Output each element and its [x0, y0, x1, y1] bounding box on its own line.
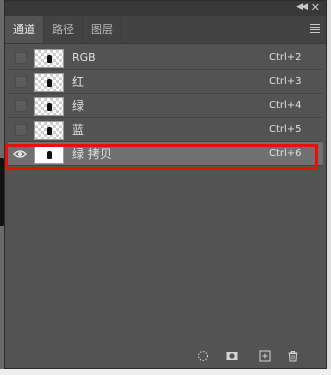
channel-row-green[interactable]: 绿 Ctrl+4: [8, 94, 323, 118]
canvas-bottom: [0, 369, 331, 375]
channel-shortcut: Ctrl+3: [269, 76, 302, 87]
panel-footer: [5, 344, 326, 368]
channel-name: RGB: [72, 51, 96, 64]
visibility-toggle[interactable]: [15, 76, 27, 88]
eye-icon[interactable]: [13, 148, 27, 160]
visibility-toggle[interactable]: [15, 52, 27, 64]
new-channel-icon[interactable]: [259, 350, 271, 362]
channel-shortcut: Ctrl+4: [269, 100, 302, 111]
channel-thumbnail: [34, 49, 64, 68]
tab-channels[interactable]: 通道: [5, 16, 44, 43]
panel-tabbar: 通道 路径 图层: [5, 16, 326, 44]
double-chevron-left-icon[interactable]: ◀◀: [296, 2, 308, 12]
visibility-toggle[interactable]: [15, 124, 27, 136]
channel-shortcut: Ctrl+5: [269, 124, 302, 135]
tab-paths[interactable]: 路径: [44, 16, 83, 43]
channel-row-blue[interactable]: 蓝 Ctrl+5: [8, 118, 323, 142]
channel-name: 绿 拷贝: [72, 147, 112, 161]
channel-thumbnail: [34, 73, 64, 92]
channel-shortcut: Ctrl+2: [269, 52, 302, 63]
channel-thumbnail: [34, 97, 64, 116]
channels-panel: ◀◀ ✕ 通道 路径 图层 RGB Ctrl+2 红 Ctrl+3 绿 Ctrl…: [4, 0, 327, 369]
channel-row-red[interactable]: 红 Ctrl+3: [8, 70, 323, 94]
panel-titlebar: ◀◀ ✕: [5, 1, 326, 16]
channel-name: 蓝: [72, 123, 85, 137]
tab-layers[interactable]: 图层: [83, 16, 122, 43]
channel-thumbnail: [34, 121, 64, 140]
channel-thumbnail: [34, 145, 64, 164]
close-icon[interactable]: ✕: [311, 1, 320, 14]
trash-icon[interactable]: [287, 350, 299, 362]
panel-menu-icon[interactable]: [310, 24, 320, 33]
dotted-circle-icon[interactable]: [197, 350, 209, 362]
channel-row-rgb[interactable]: RGB Ctrl+2: [8, 46, 323, 70]
mask-icon[interactable]: [226, 350, 238, 362]
channel-list: RGB Ctrl+2 红 Ctrl+3 绿 Ctrl+4 蓝 Ctrl+5 绿 …: [8, 46, 323, 166]
channel-name: 绿: [72, 99, 85, 113]
channel-name: 红: [72, 75, 85, 89]
visibility-toggle[interactable]: [15, 100, 27, 112]
channel-row-green-copy[interactable]: 绿 拷贝 Ctrl+6: [8, 142, 323, 166]
channel-shortcut: Ctrl+6: [269, 148, 302, 159]
